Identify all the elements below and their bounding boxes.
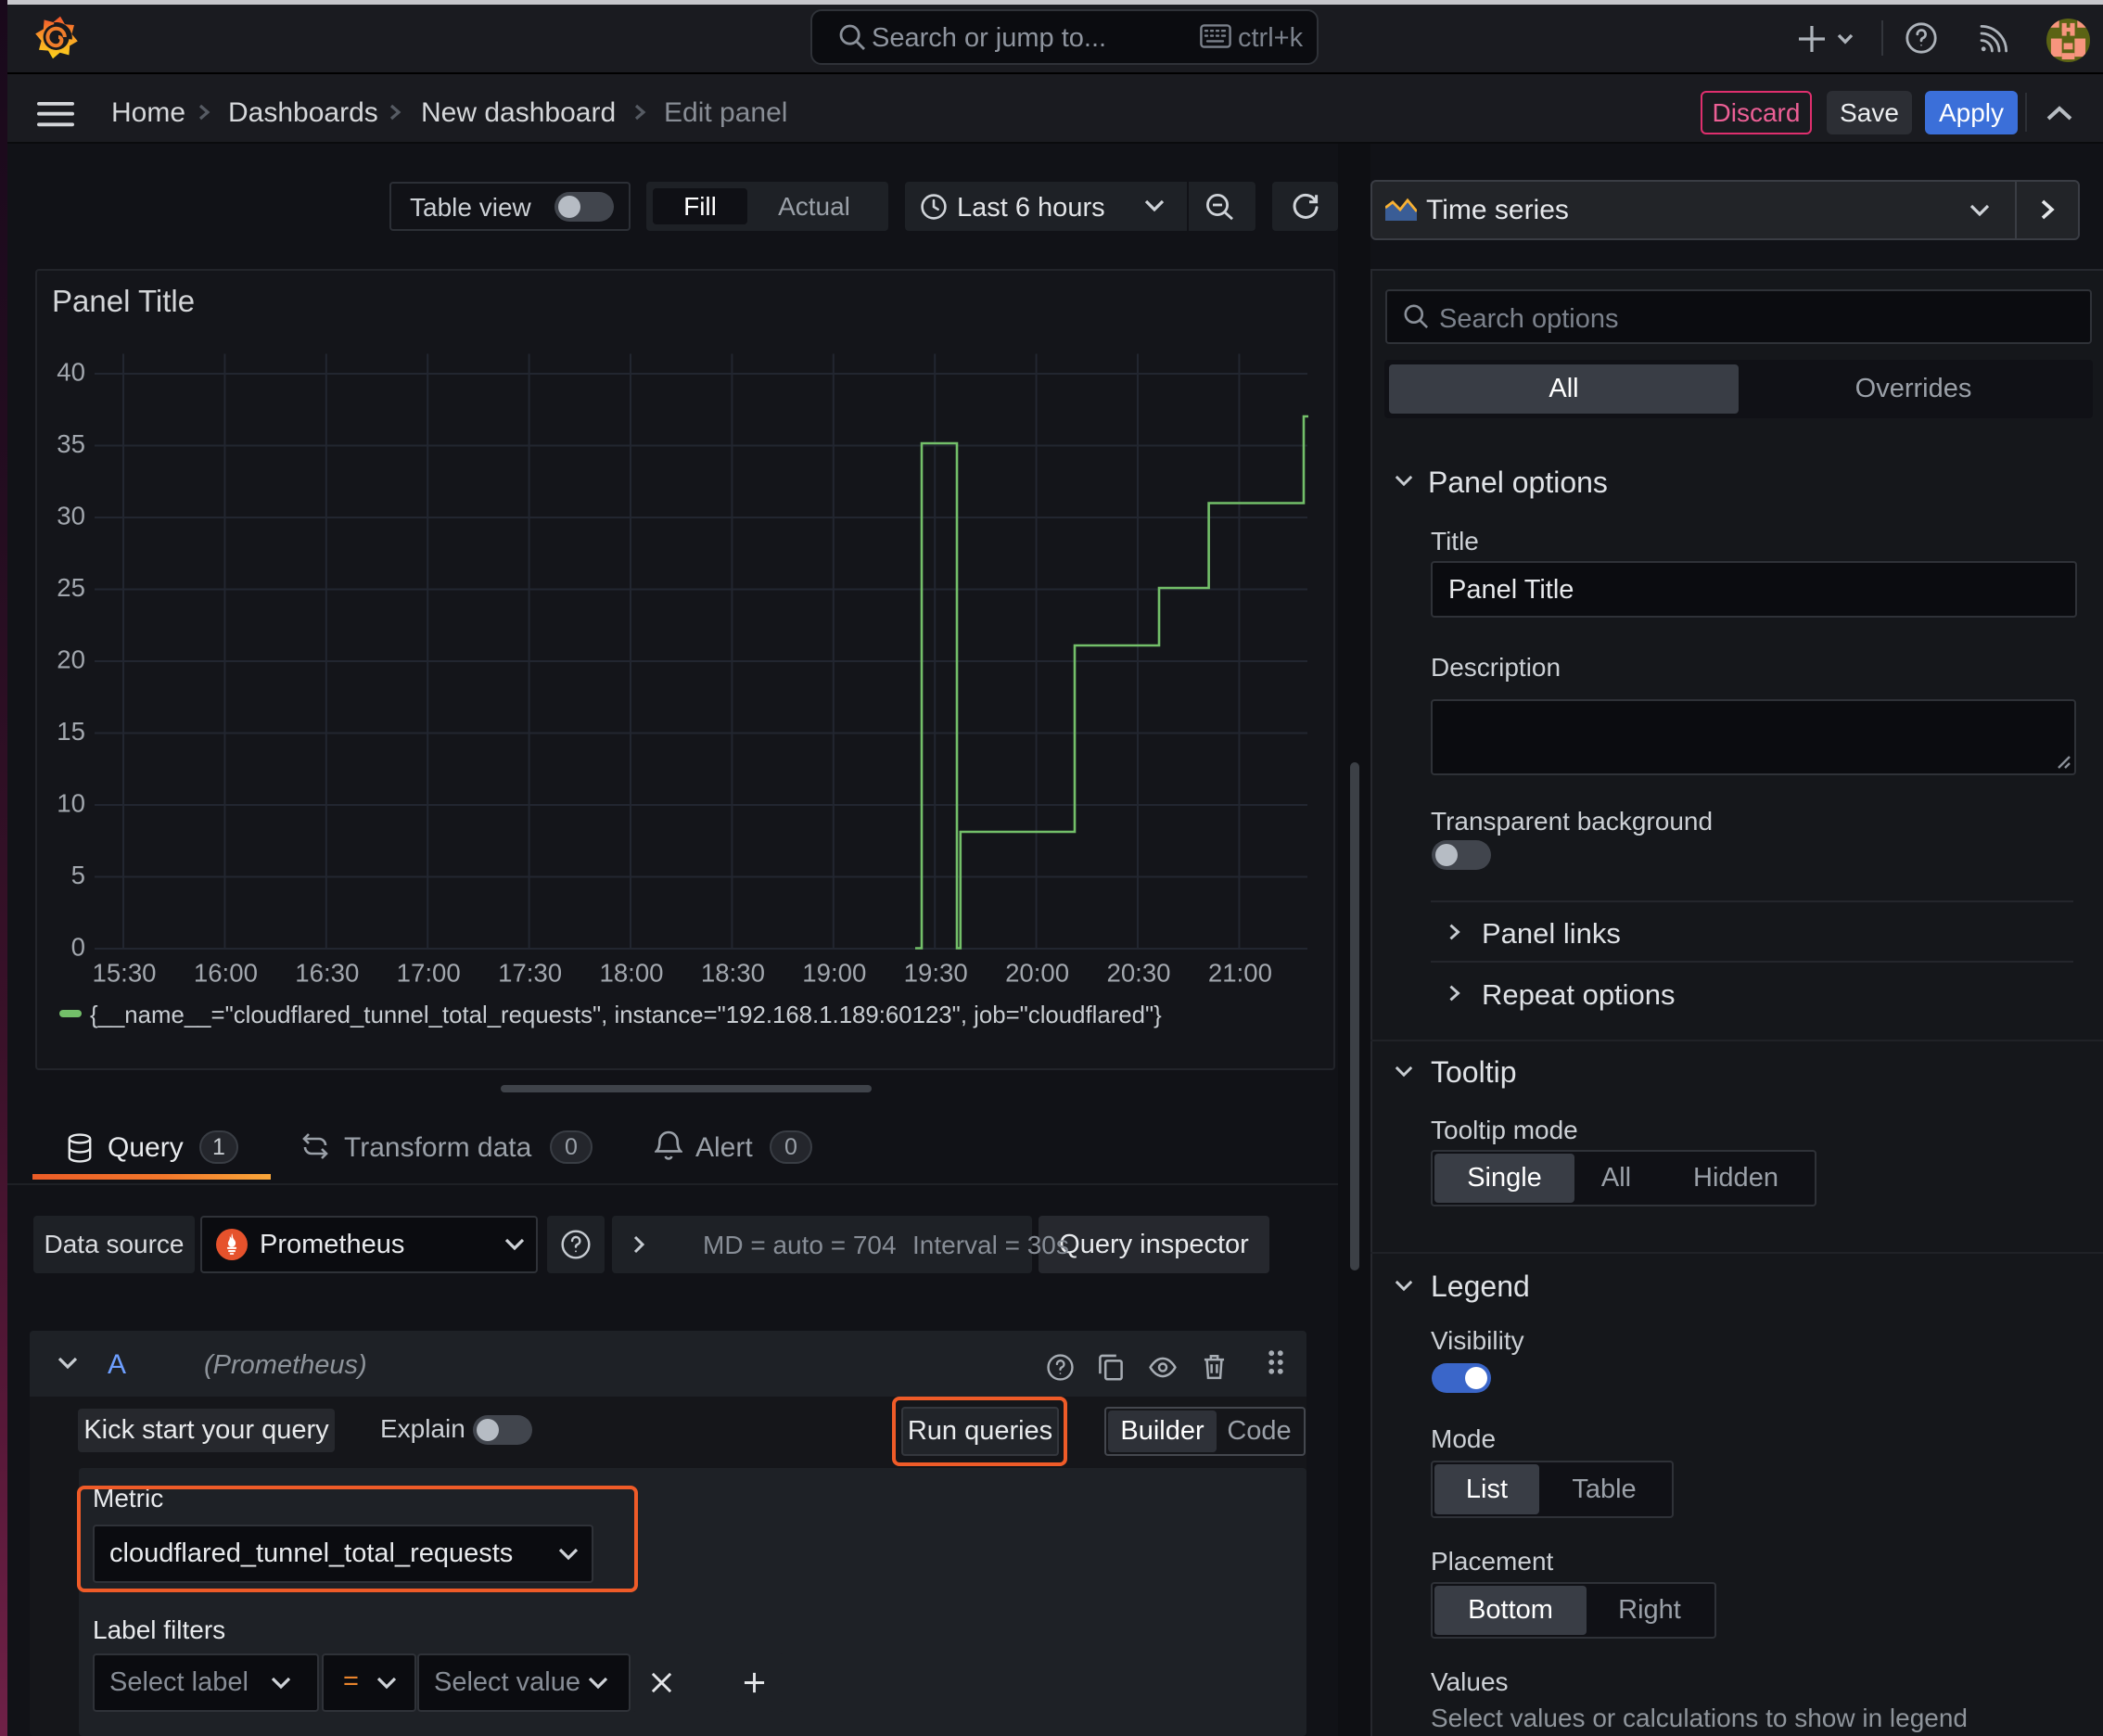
- svg-text:30: 30: [57, 502, 85, 530]
- svg-text:16:30: 16:30: [295, 958, 359, 987]
- svg-text:18:00: 18:00: [599, 958, 663, 987]
- svg-text:18:30: 18:30: [701, 958, 765, 987]
- svg-text:15: 15: [57, 717, 85, 746]
- svg-text:40: 40: [57, 358, 85, 387]
- svg-text:35: 35: [57, 429, 85, 458]
- svg-text:5: 5: [71, 861, 85, 889]
- svg-text:19:00: 19:00: [802, 958, 866, 987]
- svg-text:17:00: 17:00: [397, 958, 461, 987]
- svg-text:17:30: 17:30: [498, 958, 562, 987]
- svg-text:10: 10: [57, 789, 85, 818]
- svg-text:20: 20: [57, 645, 85, 674]
- svg-text:0: 0: [71, 933, 85, 962]
- svg-text:21:00: 21:00: [1208, 958, 1272, 987]
- svg-text:25: 25: [57, 573, 85, 602]
- svg-text:15:30: 15:30: [92, 958, 156, 987]
- svg-text:19:30: 19:30: [904, 958, 968, 987]
- svg-text:{__name__="cloudflared_tunnel_: {__name__="cloudflared_tunnel_total_requ…: [90, 1002, 1162, 1028]
- svg-text:16:00: 16:00: [194, 958, 258, 987]
- svg-text:20:00: 20:00: [1005, 958, 1069, 987]
- svg-text:20:30: 20:30: [1106, 958, 1170, 987]
